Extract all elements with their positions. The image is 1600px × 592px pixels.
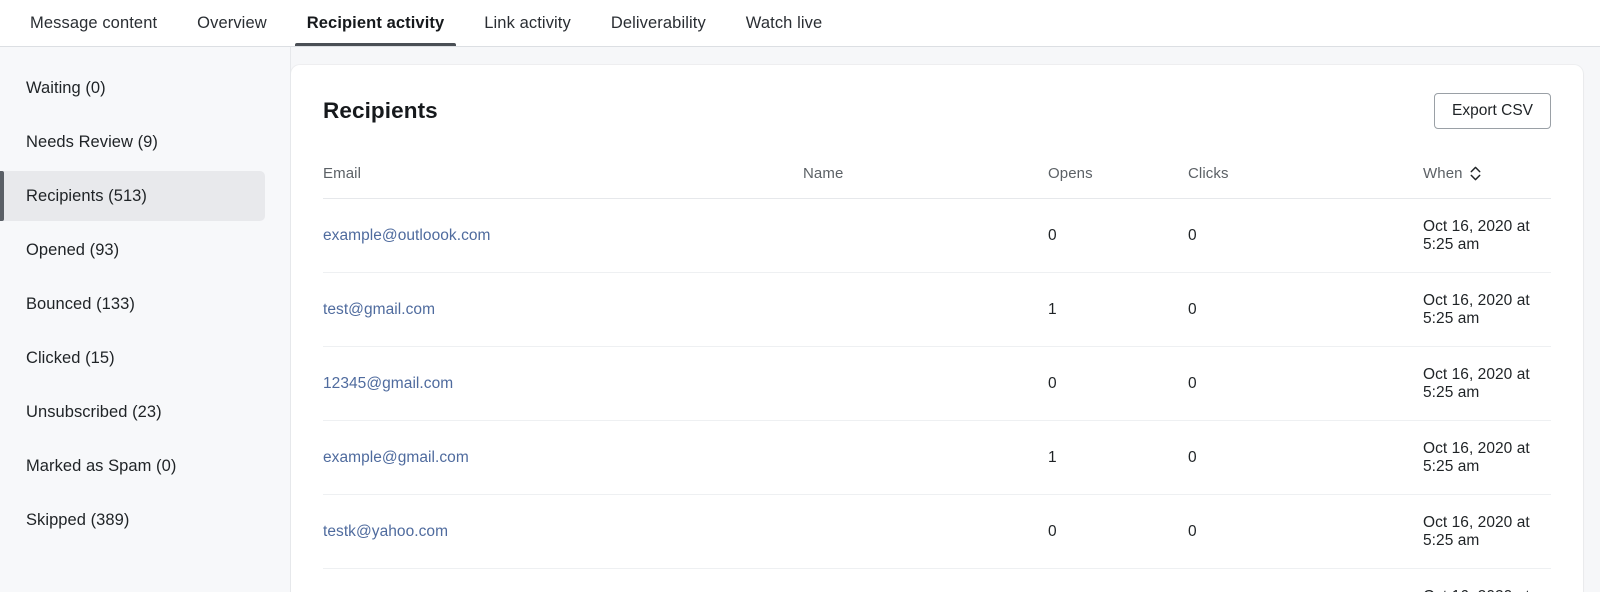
page-title: Recipients (323, 97, 438, 123)
sidebar-item-label: Needs Review (9) (26, 132, 158, 151)
column-header-email[interactable]: Email (323, 164, 803, 199)
sidebar-item-label: Waiting (0) (26, 78, 106, 97)
main-content: Recipients Export CSV Email Name Opens C… (291, 47, 1600, 592)
sidebar-item-label: Skipped (389) (26, 510, 130, 529)
sidebar-item-recipients[interactable]: Recipients (513) (0, 171, 265, 221)
column-header-label: Name (803, 164, 844, 182)
cell-email: example@gmail.com (323, 420, 803, 495)
table-body: example@outloook.com 0 0 Oct 16, 2020 at… (323, 198, 1551, 592)
sidebar-item-unsubscribed[interactable]: Unsubscribed (23) (0, 387, 265, 437)
sidebar: Waiting (0) Needs Review (9) Recipients … (0, 47, 291, 592)
column-header-when[interactable]: When (1423, 164, 1551, 199)
tab-bar: Message content Overview Recipient activ… (0, 0, 1600, 47)
table-row[interactable]: test@gmail.com 1 0 Oct 16, 2020 at 5:25 … (323, 272, 1551, 347)
tab-watch-live[interactable]: Watch live (726, 0, 843, 46)
cell-clicks: 0 (1188, 420, 1423, 495)
cell-name (803, 568, 1048, 592)
sidebar-item-needs-review[interactable]: Needs Review (9) (0, 117, 265, 167)
table-row[interactable]: 12345@gmail.com 0 0 Oct 16, 2020 at 5:25… (323, 346, 1551, 421)
tab-message-content[interactable]: Message content (10, 0, 177, 46)
sidebar-item-opened[interactable]: Opened (93) (0, 225, 265, 275)
cell-email: test123@gmail.com (323, 568, 803, 592)
table-header: Email Name Opens Clicks When (323, 164, 1551, 199)
table-row[interactable]: example@gmail.com 1 0 Oct 16, 2020 at 5:… (323, 420, 1551, 495)
cell-when: Oct 16, 2020 at 5:25 am (1423, 568, 1551, 592)
column-header-name[interactable]: Name (803, 164, 1048, 199)
cell-when: Oct 16, 2020 at 5:25 am (1423, 198, 1551, 273)
sidebar-item-label: Bounced (133) (26, 294, 135, 313)
cell-when: Oct 16, 2020 at 5:25 am (1423, 346, 1551, 421)
cell-clicks: 0 (1188, 346, 1423, 421)
sidebar-item-marked-as-spam[interactable]: Marked as Spam (0) (0, 441, 265, 491)
email-link[interactable]: example@outloook.com (323, 227, 491, 244)
cell-name (803, 420, 1048, 495)
cell-when: Oct 16, 2020 at 5:25 am (1423, 272, 1551, 347)
cell-name (803, 198, 1048, 273)
tab-deliverability[interactable]: Deliverability (591, 0, 726, 46)
cell-clicks: 0 (1188, 198, 1423, 273)
sidebar-item-waiting[interactable]: Waiting (0) (0, 63, 265, 113)
cell-opens: 0 (1048, 346, 1188, 421)
tab-label: Link activity (484, 13, 571, 32)
column-header-clicks[interactable]: Clicks (1188, 164, 1423, 199)
tab-recipient-activity[interactable]: Recipient activity (287, 0, 465, 46)
cell-clicks: 0 (1188, 272, 1423, 347)
table-row[interactable]: test123@gmail.com 1 0 Oct 16, 2020 at 5:… (323, 568, 1551, 592)
cell-email: testk@yahoo.com (323, 494, 803, 569)
tab-label: Recipient activity (306, 13, 445, 32)
cell-name (803, 272, 1048, 347)
tab-label: Watch live (745, 13, 823, 32)
column-header-opens[interactable]: Opens (1048, 164, 1188, 199)
tab-label: Overview (197, 13, 267, 32)
sidebar-item-label: Clicked (15) (26, 348, 115, 367)
sidebar-item-skipped[interactable]: Skipped (389) (0, 495, 265, 545)
tab-overview[interactable]: Overview (177, 0, 287, 46)
cell-clicks: 0 (1188, 494, 1423, 569)
export-csv-button[interactable]: Export CSV (1434, 93, 1551, 129)
column-header-label: Clicks (1188, 164, 1229, 182)
cell-opens: 0 (1048, 198, 1188, 273)
cell-opens: 1 (1048, 568, 1188, 592)
cell-opens: 0 (1048, 494, 1188, 569)
cell-email: test@gmail.com (323, 272, 803, 347)
card-header: Recipients Export CSV (323, 65, 1551, 129)
tab-label: Deliverability (610, 13, 706, 32)
table-header-row: Email Name Opens Clicks When (323, 164, 1551, 199)
cell-opens: 1 (1048, 272, 1188, 347)
sidebar-item-label: Marked as Spam (0) (26, 456, 177, 475)
cell-name (803, 494, 1048, 569)
column-header-label: When (1423, 164, 1463, 182)
sidebar-item-label: Unsubscribed (23) (26, 402, 162, 421)
cell-email: example@outloook.com (323, 198, 803, 273)
recipients-card: Recipients Export CSV Email Name Opens C… (291, 65, 1583, 592)
cell-clicks: 0 (1188, 568, 1423, 592)
column-header-label: Opens (1048, 164, 1093, 182)
recipients-table: Email Name Opens Clicks When example@out… (323, 164, 1551, 592)
cell-name (803, 346, 1048, 421)
cell-when: Oct 16, 2020 at 5:25 am (1423, 494, 1551, 569)
tab-label: Message content (30, 13, 158, 32)
sidebar-item-clicked[interactable]: Clicked (15) (0, 333, 265, 383)
table-row[interactable]: testk@yahoo.com 0 0 Oct 16, 2020 at 5:25… (323, 494, 1551, 569)
sidebar-item-label: Recipients (513) (26, 186, 147, 205)
sort-updown-icon (1470, 166, 1481, 181)
sort-by-when-control[interactable]: When (1423, 165, 1481, 182)
email-link[interactable]: testk@yahoo.com (323, 523, 448, 540)
email-link[interactable]: 12345@gmail.com (323, 375, 453, 392)
cell-email: 12345@gmail.com (323, 346, 803, 421)
sidebar-item-label: Opened (93) (26, 240, 120, 259)
cell-when: Oct 16, 2020 at 5:25 am (1423, 420, 1551, 495)
tab-link-activity[interactable]: Link activity (464, 0, 591, 46)
email-link[interactable]: example@gmail.com (323, 449, 469, 466)
sidebar-item-bounced[interactable]: Bounced (133) (0, 279, 265, 329)
page-body: Waiting (0) Needs Review (9) Recipients … (0, 47, 1600, 592)
cell-opens: 1 (1048, 420, 1188, 495)
email-link[interactable]: test@gmail.com (323, 301, 435, 318)
table-row[interactable]: example@outloook.com 0 0 Oct 16, 2020 at… (323, 198, 1551, 273)
column-header-label: Email (323, 164, 362, 182)
